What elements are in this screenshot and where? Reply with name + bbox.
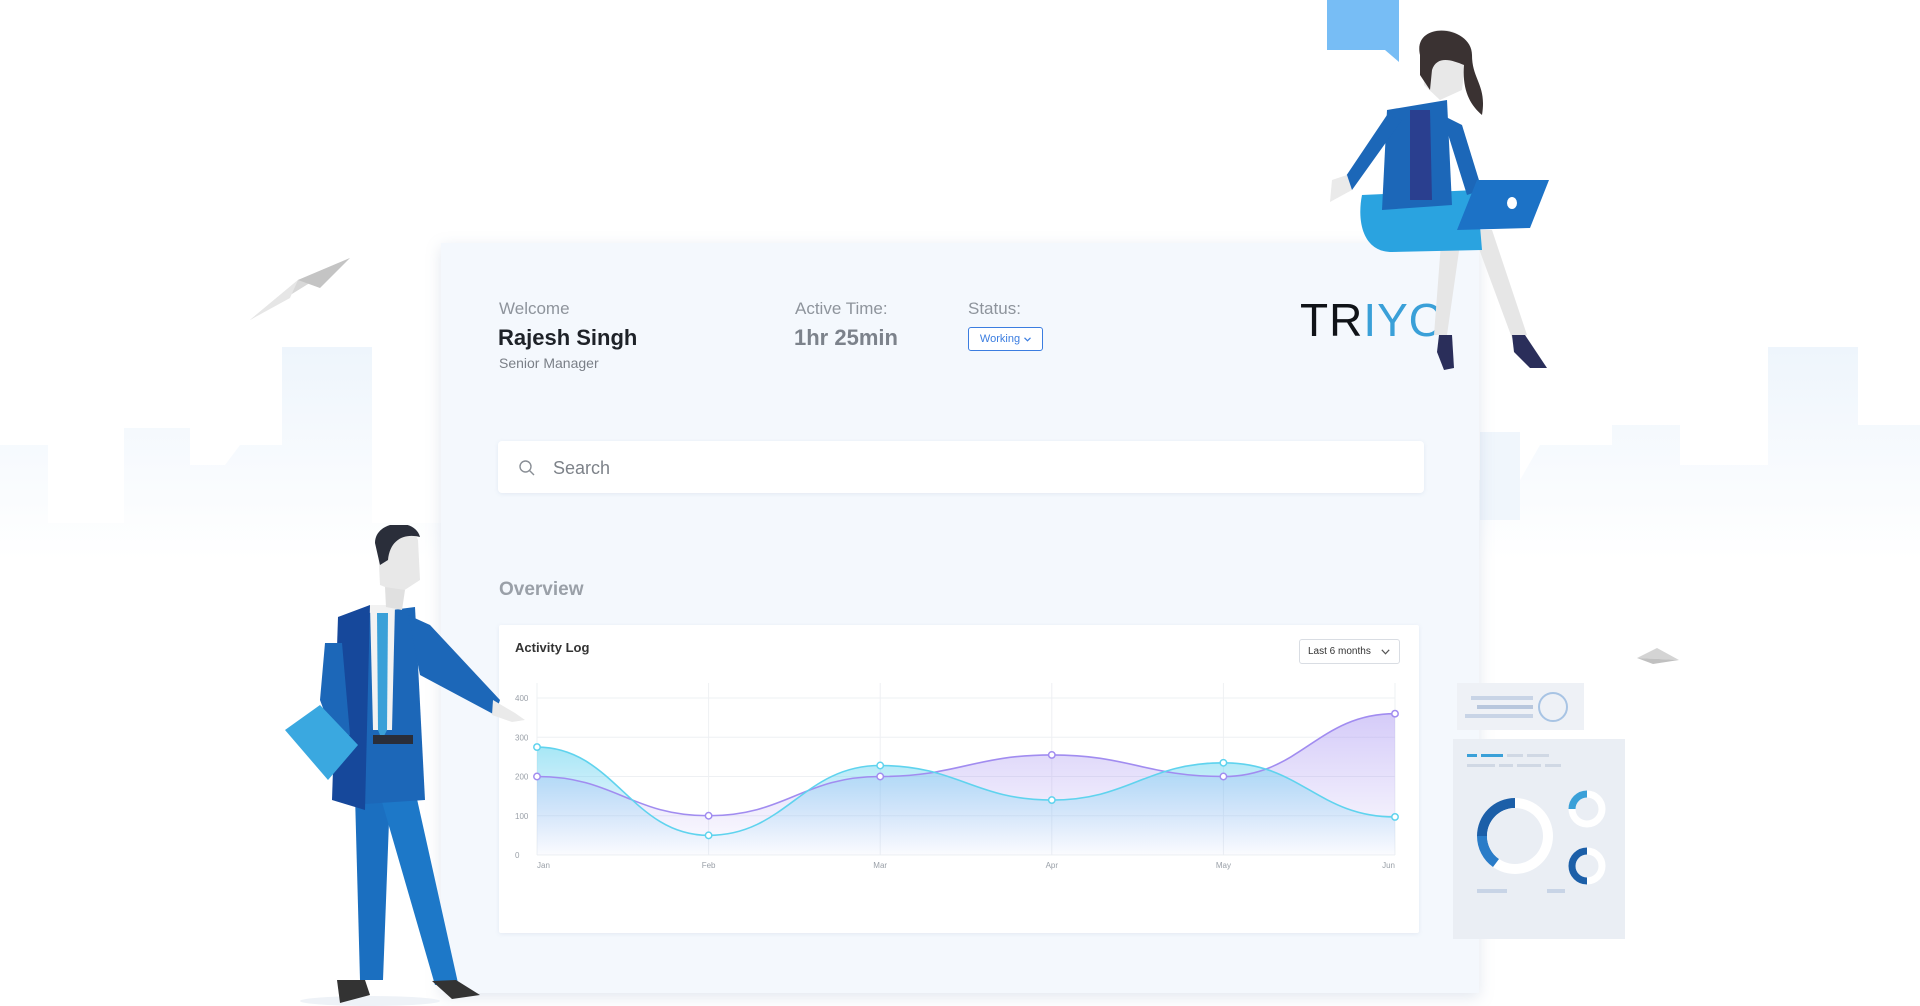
x-tick-label: Apr [1046, 861, 1059, 870]
x-tick-label: Feb [702, 861, 716, 870]
status-label: Status: [968, 299, 1021, 318]
user-name: Rajesh Singh [498, 325, 638, 350]
x-tick-label: Jan [537, 861, 550, 870]
time-range-value: Last 6 months [1308, 646, 1371, 657]
series-cyan-area [537, 747, 1395, 855]
series-cyan-point [876, 761, 885, 770]
chevron-down-icon [1381, 649, 1390, 655]
search-icon [519, 460, 535, 476]
series-purple-point [876, 772, 885, 781]
series-purple-point [533, 772, 541, 781]
activity-log-card: 0 100 200 300 400 Jan Feb Mar Apr May Jun Activity… [499, 625, 1419, 933]
paper-plane-large-icon [250, 258, 350, 320]
floating-widgets-illustration [1453, 683, 1625, 939]
series-cyan-point [1219, 758, 1228, 767]
search-input[interactable] [551, 451, 1405, 485]
series-purple-point [1219, 772, 1228, 781]
series-purple-point [704, 811, 713, 820]
series-purple-point [1047, 750, 1056, 759]
search-bar[interactable] [498, 441, 1424, 493]
activity-log-chart: 0100200300400Jan Feb Mar Apr May Jun [515, 683, 1399, 870]
paper-plane-small-icon [1637, 648, 1679, 664]
series-cyan-point [1047, 796, 1056, 805]
x-tick-label: Mar [873, 861, 887, 870]
x-tick-label: May [1216, 861, 1231, 870]
user-role: Senior Manager [499, 355, 599, 371]
status-dropdown[interactable]: Working [968, 327, 1043, 351]
speech-bubble-icon [1327, 0, 1399, 62]
welcome-label: Welcome [499, 299, 570, 318]
series-cyan-point [1391, 812, 1399, 821]
active-time-label: Active Time: [795, 299, 888, 318]
active-time-value: 1hr 25min [794, 325, 898, 350]
chevron-down-icon [1024, 336, 1032, 342]
time-range-dropdown[interactable]: Last 6 months [1299, 639, 1400, 664]
series-cyan-point [533, 743, 541, 752]
businesswoman-illustration [1330, 30, 1549, 370]
x-tick-label: Jun [1382, 861, 1395, 870]
businessman-illustration [285, 525, 525, 1006]
series-purple-point [1391, 709, 1399, 718]
series-cyan-point [704, 831, 713, 840]
status-value: Working [979, 333, 1021, 345]
